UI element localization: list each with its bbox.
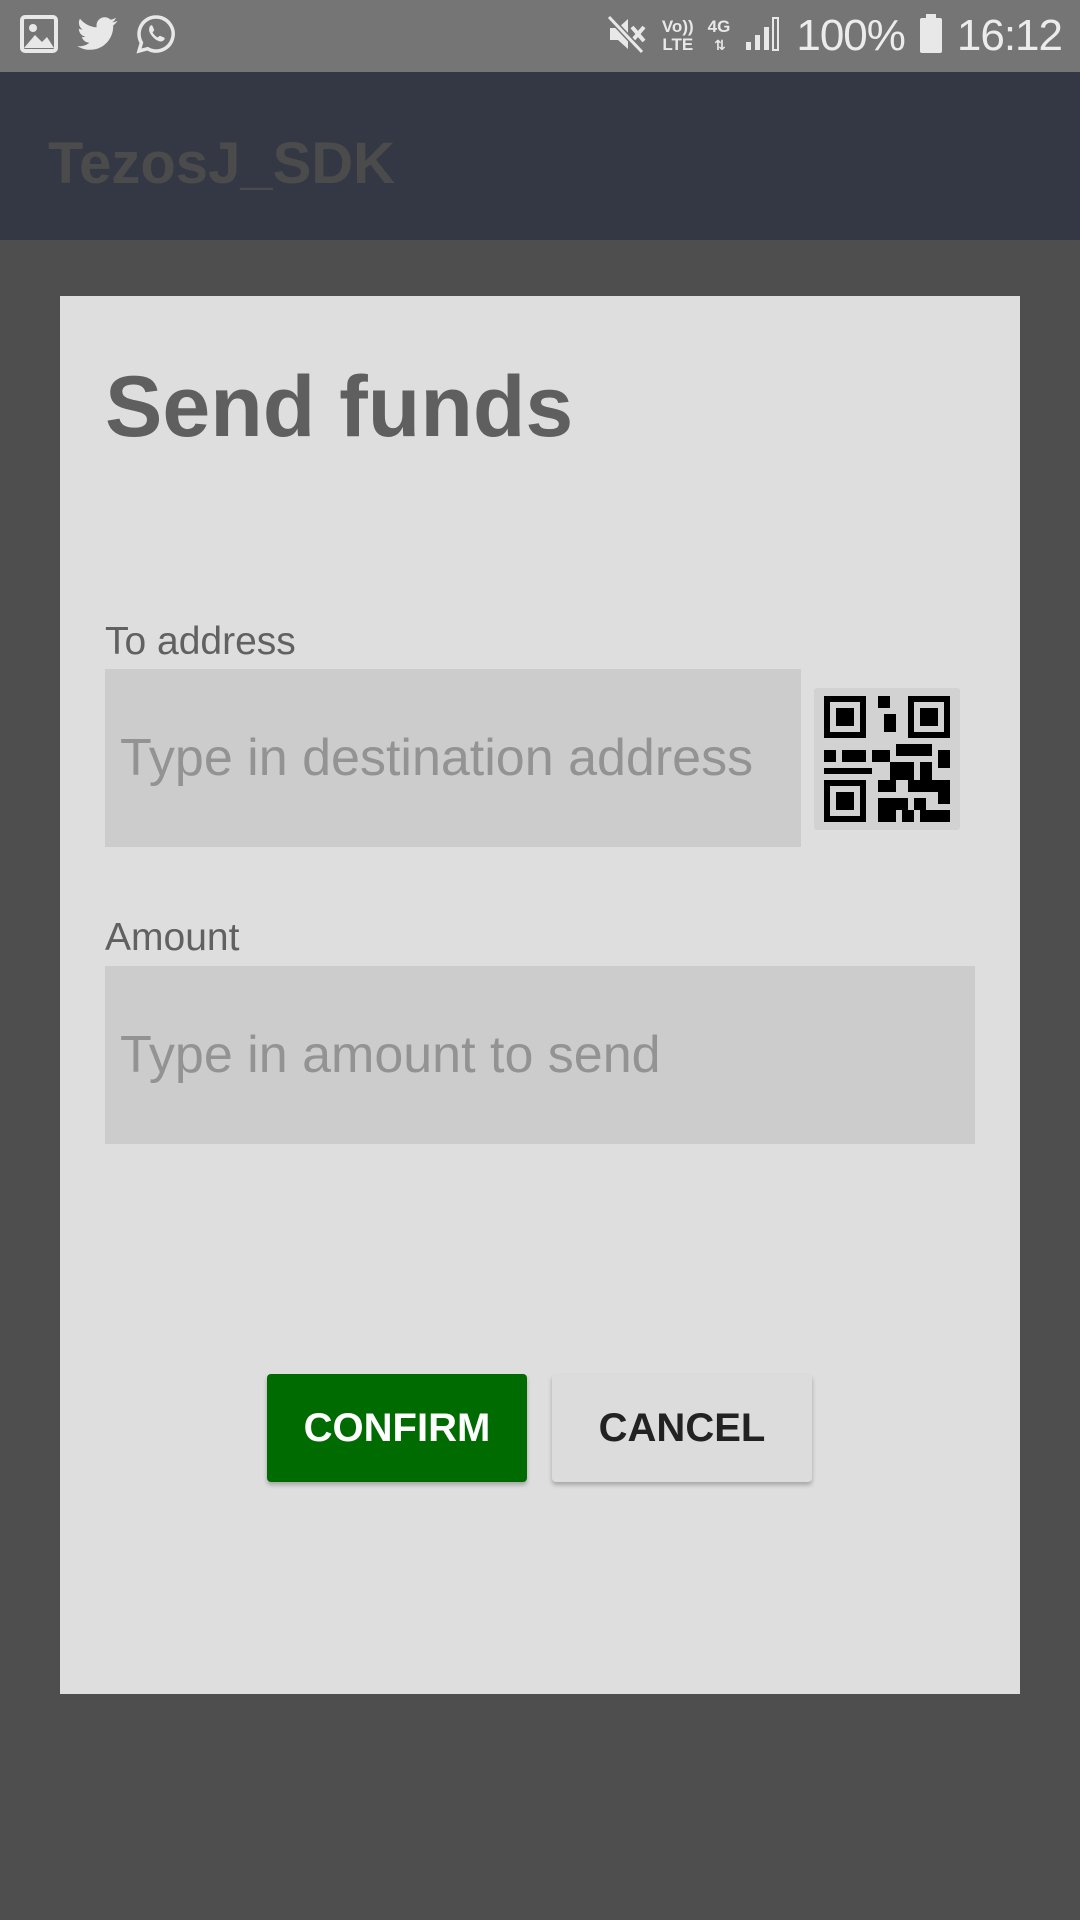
volte-indicator: Vo)) LTE: [661, 17, 694, 54]
dialog-title: Send funds: [105, 359, 574, 455]
twitter-icon: [76, 16, 118, 57]
signal-icon: [744, 16, 782, 57]
whatsapp-icon: [136, 14, 176, 59]
app-title: TezosJ_SDK: [48, 131, 396, 196]
amount-label: Amount: [105, 916, 240, 959]
system-icons: Vo)) LTE 4G ⇅ 100% 16:12: [606, 8, 1063, 64]
notification-icons: [20, 14, 176, 59]
image-icon: [20, 15, 58, 58]
data-arrows-icon: ⇅: [714, 37, 726, 53]
clock: 16:12: [956, 11, 1063, 60]
status-bar: Vo)) LTE 4G ⇅ 100% 16:12: [0, 0, 1080, 72]
network-indicator: 4G ⇅: [707, 17, 731, 54]
scan-qr-button[interactable]: [814, 688, 960, 830]
cancel-button[interactable]: CANCEL: [552, 1374, 812, 1482]
send-funds-dialog: Send funds To address Type in destinatio…: [60, 296, 1020, 1694]
qr-code-icon: [824, 696, 950, 822]
mute-icon: [606, 14, 648, 59]
battery-icon: [919, 13, 943, 59]
to-address-input[interactable]: [105, 669, 801, 847]
battery-percentage: 100%: [796, 11, 906, 60]
confirm-button[interactable]: CONFIRM: [267, 1374, 527, 1482]
app-bar: TezosJ_SDK: [0, 72, 1080, 240]
to-address-label: To address: [105, 620, 296, 663]
amount-input[interactable]: [105, 966, 975, 1144]
